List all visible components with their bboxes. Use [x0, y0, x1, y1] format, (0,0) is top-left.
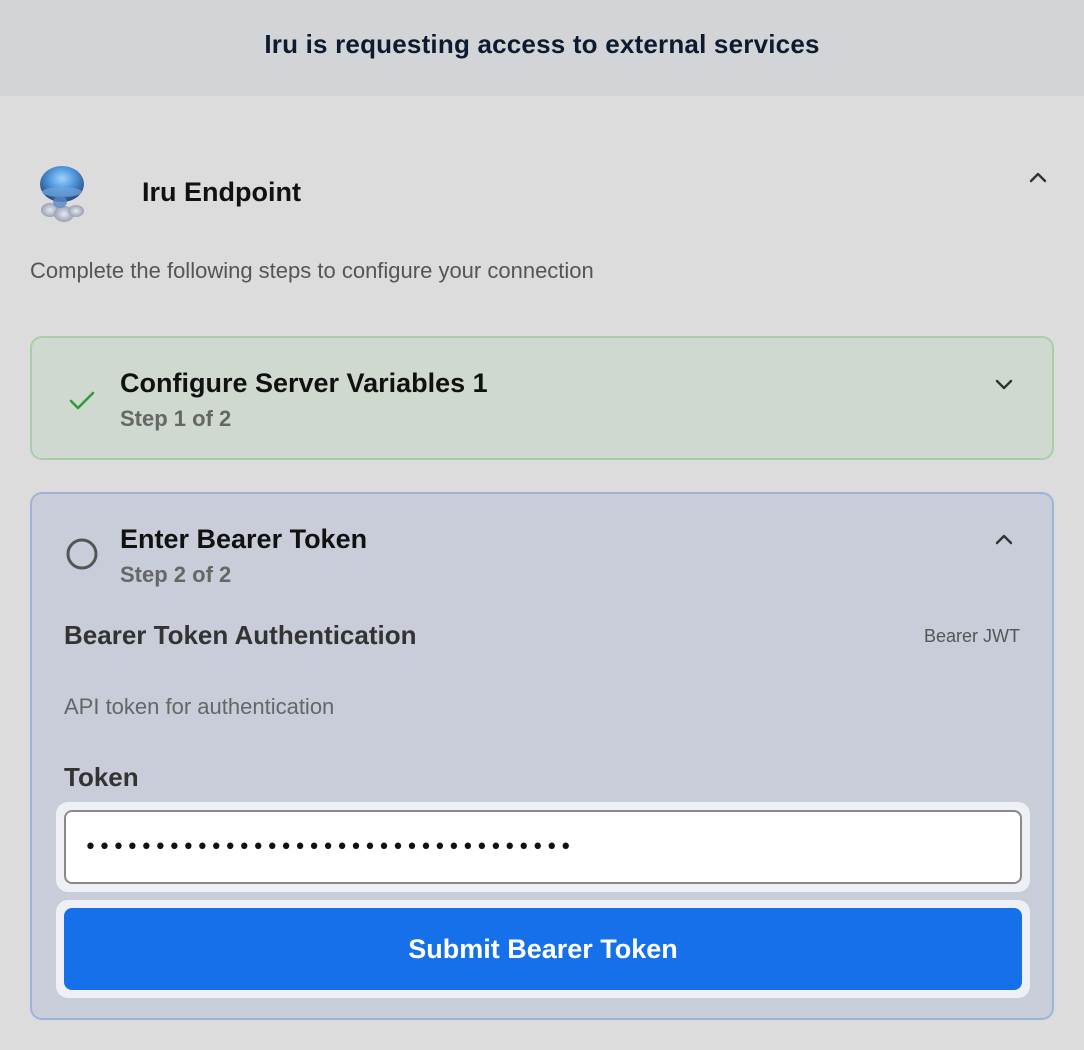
check-icon	[69, 391, 95, 410]
token-input-focus-ring	[56, 802, 1030, 892]
step-title: Configure Server Variables 1	[120, 368, 488, 398]
chevron-up-icon[interactable]	[1026, 166, 1050, 190]
token-input[interactable]	[64, 810, 1022, 884]
auth-method-title: Bearer Token Authentication	[64, 620, 417, 650]
step-counter: Step 1 of 2	[120, 406, 232, 431]
page-title: Iru is requesting access to external ser…	[264, 28, 820, 59]
token-label: Token	[64, 762, 139, 792]
step-title: Enter Bearer Token	[120, 524, 368, 554]
step-counter: Step 2 of 2	[120, 562, 232, 587]
circle-icon	[66, 538, 98, 570]
submit-button-focus-ring: Submit Bearer Token	[56, 900, 1030, 998]
auth-description: API token for authentication	[64, 694, 335, 719]
service-header: Iru Endpoint	[30, 158, 1054, 230]
service-name: Iru Endpoint	[142, 177, 301, 207]
step-configure-server-variables[interactable]: Configure Server Variables 1 Step 1 of 2	[30, 336, 1054, 460]
chevron-down-icon[interactable]	[992, 372, 1016, 396]
auth-type-badge: Bearer JWT	[923, 626, 1020, 646]
step-enter-bearer-token: Enter Bearer Token Step 2 of 2 Bearer To…	[30, 492, 1054, 1020]
jellyfish-icon	[40, 166, 84, 222]
instructions-text: Complete the following steps to configur…	[30, 258, 594, 283]
chevron-up-icon[interactable]	[992, 528, 1016, 552]
header-bar: Iru is requesting access to external ser…	[0, 0, 1084, 96]
submit-bearer-token-button[interactable]: Submit Bearer Token	[64, 908, 1022, 990]
